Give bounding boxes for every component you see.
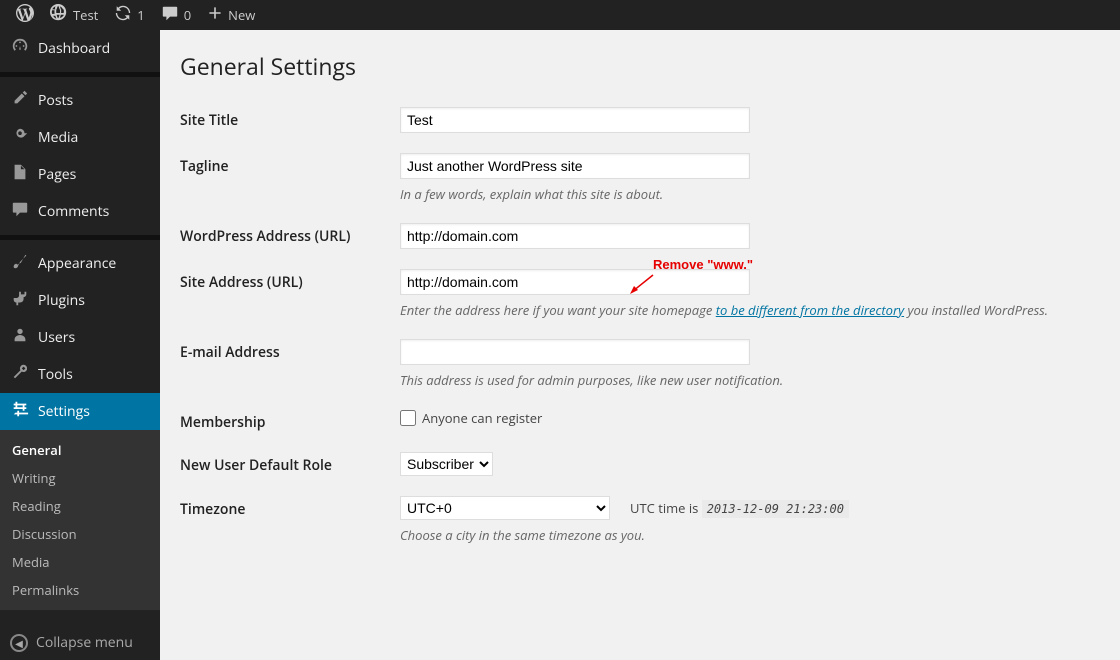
updates[interactable]: 1 [106, 0, 152, 30]
submenu-media[interactable]: Media [0, 548, 160, 576]
menu-posts[interactable]: Posts [0, 82, 160, 119]
submenu-reading[interactable]: Reading [0, 492, 160, 520]
media-icon [10, 126, 30, 149]
site-url-desc-pre: Enter the address here if you want your … [400, 301, 716, 319]
site-name[interactable]: Test [42, 0, 106, 30]
membership-cb-text: Anyone can register [422, 409, 542, 427]
menu-label: Pages [38, 165, 76, 184]
page-title: General Settings [180, 50, 1100, 82]
timezone-label: Timezone [180, 496, 400, 519]
dashboard-icon [10, 37, 30, 60]
role-label: New User Default Role [180, 452, 400, 475]
tagline-input[interactable] [400, 153, 750, 179]
email-desc: This address is used for admin purposes,… [400, 371, 1100, 389]
pages-icon [10, 163, 30, 186]
menu-separator [0, 235, 160, 240]
utc-time-val: 2013-12-09 21:23:00 [702, 500, 849, 518]
new-label: New [228, 6, 255, 24]
site-title-label: Site Title [180, 107, 400, 130]
menu-plugins[interactable]: Plugins [0, 282, 160, 319]
new-content[interactable]: New [199, 0, 263, 30]
content: General Settings Site Title Tagline In a… [160, 30, 1120, 660]
menu-label: Plugins [38, 291, 85, 310]
site-url-desc-link[interactable]: to be different from the directory [716, 301, 904, 319]
menu-media[interactable]: Media [0, 119, 160, 156]
menu-label: Posts [38, 91, 73, 110]
menu-label: Comments [38, 202, 109, 221]
tagline-label: Tagline [180, 153, 400, 176]
menu-pages[interactable]: Pages [0, 156, 160, 193]
menu-tools[interactable]: Tools [0, 356, 160, 393]
wp-logo[interactable] [8, 0, 42, 30]
timezone-select[interactable]: UTC+0 [400, 496, 610, 520]
menu-label: Users [38, 328, 75, 347]
site-url-label: Site Address (URL) [180, 269, 400, 292]
admin-sidebar: Dashboard Posts Media Pages Comments App… [0, 30, 160, 660]
site-url-input[interactable] [400, 269, 750, 295]
admin-bar: Test 1 0 New [0, 0, 1120, 30]
timezone-desc: Choose a city in the same timezone as yo… [400, 526, 1100, 544]
submenu-general[interactable]: General [0, 436, 160, 464]
posts-icon [10, 89, 30, 112]
membership-label: Membership [180, 409, 400, 432]
plus-icon [207, 4, 223, 26]
wp-url-label: WordPress Address (URL) [180, 223, 400, 246]
tagline-desc: In a few words, explain what this site i… [400, 185, 1100, 203]
menu-label: Tools [38, 365, 73, 384]
site-url-desc-post: you installed WordPress. [904, 301, 1048, 319]
menu-users[interactable]: Users [0, 319, 160, 356]
wp-url-input[interactable] [400, 223, 750, 249]
menu-settings[interactable]: Settings [0, 393, 160, 430]
submenu-permalinks[interactable]: Permalinks [0, 576, 160, 604]
submenu-writing[interactable]: Writing [0, 464, 160, 492]
role-select[interactable]: Subscriber [400, 452, 493, 476]
menu-label: Appearance [38, 254, 116, 273]
menu-label: Dashboard [38, 39, 110, 58]
site-name-text: Test [73, 6, 98, 24]
appearance-icon [10, 252, 30, 275]
settings-submenu: General Writing Reading Discussion Media… [0, 430, 160, 610]
wordpress-icon [16, 4, 34, 27]
site-title-input[interactable] [400, 107, 750, 133]
membership-checkbox-label[interactable]: Anyone can register [400, 409, 1100, 427]
menu-dashboard[interactable]: Dashboard [0, 30, 160, 67]
updates-count: 1 [137, 6, 144, 24]
menu-separator [0, 72, 160, 77]
tools-icon [10, 363, 30, 386]
comments-menu-icon [10, 200, 30, 223]
users-icon [10, 326, 30, 349]
collapse-label: Collapse menu [36, 633, 133, 652]
comments-icon [161, 4, 179, 27]
site-icon [50, 4, 68, 27]
menu-label: Settings [38, 402, 90, 421]
comments-count: 0 [184, 6, 191, 24]
membership-checkbox[interactable] [400, 410, 416, 426]
utc-time-pre: UTC time is [630, 499, 702, 517]
settings-icon [10, 400, 30, 423]
site-url-desc: Enter the address here if you want your … [400, 301, 1100, 319]
plugins-icon [10, 289, 30, 312]
comments[interactable]: 0 [153, 0, 199, 30]
menu-appearance[interactable]: Appearance [0, 245, 160, 282]
update-icon [114, 4, 132, 27]
menu-comments[interactable]: Comments [0, 193, 160, 230]
email-input[interactable] [400, 339, 750, 365]
collapse-icon: ◀ [10, 634, 28, 652]
submenu-discussion[interactable]: Discussion [0, 520, 160, 548]
email-label: E-mail Address [180, 339, 400, 362]
collapse-menu[interactable]: ◀ Collapse menu [0, 625, 160, 660]
menu-label: Media [38, 128, 78, 147]
utc-time: UTC time is 2013-12-09 21:23:00 [630, 499, 849, 517]
annotation-text: Remove "www." [653, 257, 753, 272]
